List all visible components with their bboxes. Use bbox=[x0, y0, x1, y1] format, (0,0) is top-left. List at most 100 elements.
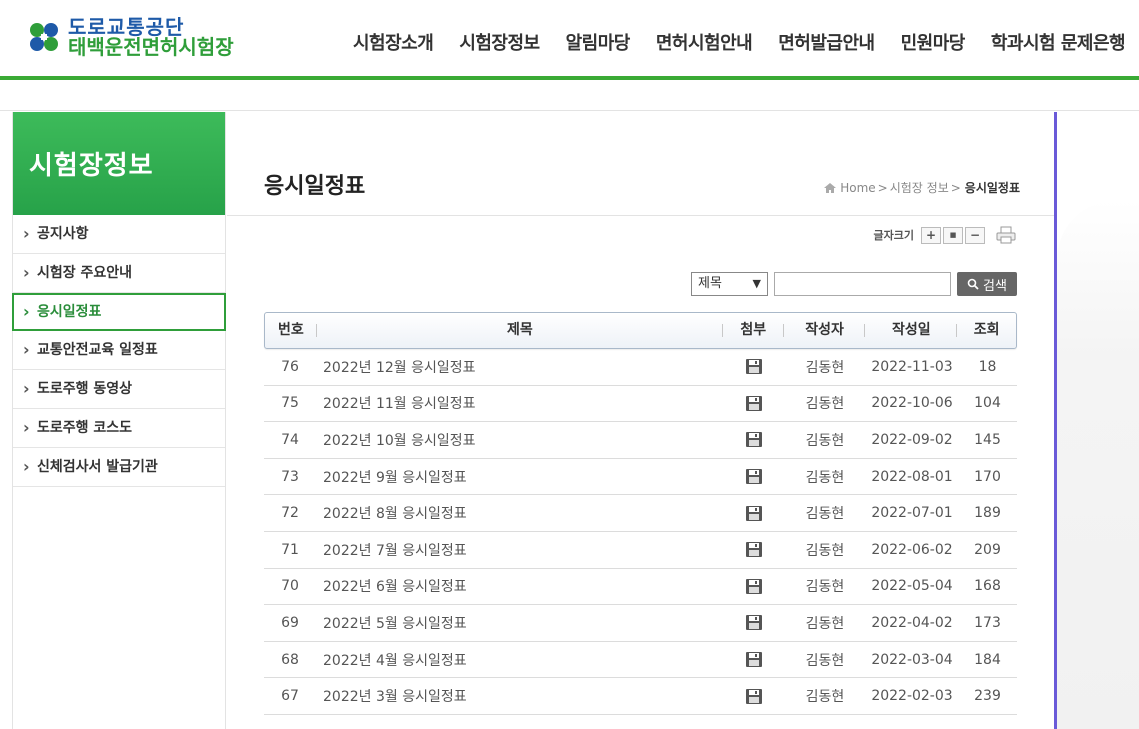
sidebar-item-label: 응시일정표 bbox=[37, 304, 102, 320]
gnb-item[interactable]: 시험장소개 bbox=[353, 30, 434, 58]
row-attachment[interactable] bbox=[723, 688, 784, 705]
font-decrease-button[interactable]: − bbox=[965, 226, 985, 244]
search-button[interactable]: 검색 bbox=[957, 272, 1017, 296]
row-writer: 김동현 bbox=[805, 469, 845, 486]
row-writer: 김동현 bbox=[805, 652, 845, 669]
row-writer: 김동현 bbox=[805, 359, 845, 376]
row-hits: 18 bbox=[978, 358, 997, 375]
table-row[interactable]: 74 2022년 10월 응시일정표 김동현 2022-09-02 145 bbox=[264, 422, 1017, 459]
floppy-disk-icon[interactable] bbox=[745, 688, 763, 705]
sidebar-item-label: 교통안전교육 일정표 bbox=[37, 342, 158, 358]
table-row[interactable]: 67 2022년 3월 응시일정표 김동현 2022-02-03 239 bbox=[264, 678, 1017, 715]
row-attachment[interactable] bbox=[723, 468, 784, 485]
row-attachment[interactable] bbox=[723, 395, 784, 412]
row-attachment[interactable] bbox=[723, 651, 784, 668]
floppy-disk-icon[interactable] bbox=[745, 651, 763, 668]
floppy-disk-icon[interactable] bbox=[745, 431, 763, 448]
row-attachment[interactable] bbox=[723, 431, 784, 448]
row-writer: 김동현 bbox=[805, 506, 845, 523]
gnb-item[interactable]: 민원마당 bbox=[901, 30, 966, 58]
header-date: 작성일 bbox=[865, 312, 957, 349]
floppy-disk-icon[interactable] bbox=[745, 468, 763, 485]
row-title-link[interactable]: 2022년 10월 응시일정표 bbox=[316, 430, 723, 450]
font-reset-button[interactable]: ■ bbox=[943, 226, 963, 244]
floppy-disk-icon[interactable] bbox=[745, 505, 763, 522]
row-title-link[interactable]: 2022년 9월 응시일정표 bbox=[316, 467, 723, 487]
row-title-link[interactable]: 2022년 3월 응시일정표 bbox=[316, 686, 723, 706]
search-input[interactable] bbox=[774, 272, 951, 296]
gnb-item[interactable]: 면허발급안내 bbox=[778, 30, 875, 58]
row-writer: 김동현 bbox=[805, 542, 845, 559]
gnb-item[interactable]: 면허시험안내 bbox=[656, 30, 753, 58]
row-number: 69 bbox=[281, 614, 299, 631]
floppy-disk-icon[interactable] bbox=[745, 541, 763, 558]
row-title-link[interactable]: 2022년 6월 응시일정표 bbox=[316, 576, 723, 596]
table-row[interactable]: 75 2022년 11월 응시일정표 김동현 2022-10-06 104 bbox=[264, 386, 1017, 423]
floppy-disk-icon[interactable] bbox=[745, 614, 763, 631]
breadcrumb-parent[interactable]: 시험장 정보 bbox=[890, 179, 949, 196]
table-row[interactable]: 70 2022년 6월 응시일정표 김동현 2022-05-04 168 bbox=[264, 569, 1017, 606]
floppy-disk-icon[interactable] bbox=[745, 578, 763, 595]
site-logo[interactable]: 도로교통공단 태백운전면허시험장 bbox=[24, 14, 244, 60]
row-title-link[interactable]: 2022년 11월 응시일정표 bbox=[316, 393, 723, 413]
print-icon[interactable] bbox=[995, 226, 1017, 244]
sidebar: 시험장정보 › 공지사항 › 시험장 주요안내 › 응시일정표 › 교통안전교육 일정표 › 도로… bbox=[12, 112, 226, 729]
row-writer: 김동현 bbox=[805, 689, 845, 706]
divider bbox=[0, 110, 1139, 111]
floppy-disk-icon[interactable] bbox=[745, 358, 763, 375]
sidebar-item[interactable]: › 신체검사서 발급기관 bbox=[13, 448, 225, 487]
row-writer: 김동현 bbox=[805, 432, 845, 449]
row-number: 67 bbox=[281, 688, 299, 705]
table-row[interactable]: 71 2022년 7월 응시일정표 김동현 2022-06-02 209 bbox=[264, 532, 1017, 569]
sidebar-item[interactable]: › 시험장 주요안내 bbox=[13, 254, 225, 293]
row-number: 68 bbox=[281, 651, 299, 668]
sidebar-item[interactable]: › 교통안전교육 일정표 bbox=[13, 331, 225, 370]
search-field-select[interactable]: 제목 ▼ bbox=[691, 272, 768, 296]
table-row[interactable]: 73 2022년 9월 응시일정표 김동현 2022-08-01 170 bbox=[264, 459, 1017, 496]
sidebar-item-label: 시험장 주요안내 bbox=[37, 265, 133, 281]
row-title-link[interactable]: 2022년 12월 응시일정표 bbox=[316, 357, 723, 377]
table-row[interactable]: 76 2022년 12월 응시일정표 김동현 2022-11-03 18 bbox=[264, 349, 1017, 386]
gnb-item[interactable]: 알림마당 bbox=[566, 30, 631, 58]
row-date: 2022-06-02 bbox=[871, 541, 953, 558]
row-number: 73 bbox=[281, 468, 299, 485]
row-title-link[interactable]: 2022년 7월 응시일정표 bbox=[316, 540, 723, 560]
row-title-link[interactable]: 2022년 8월 응시일정표 bbox=[316, 503, 723, 523]
sidebar-item-label: 도로주행 코스도 bbox=[37, 420, 133, 436]
main-content: 응시일정표 Home > 시험장 정보 > 응시일정표 글자크기 + ■ − 제… bbox=[227, 112, 1055, 729]
floppy-disk-icon[interactable] bbox=[745, 395, 763, 412]
breadcrumb-current: 응시일정표 bbox=[964, 181, 1020, 195]
table-row[interactable]: 69 2022년 5월 응시일정표 김동현 2022-04-02 173 bbox=[264, 605, 1017, 642]
font-increase-button[interactable]: + bbox=[921, 226, 941, 244]
row-number: 75 bbox=[281, 395, 299, 412]
row-writer: 김동현 bbox=[805, 396, 845, 413]
row-attachment[interactable] bbox=[723, 358, 784, 375]
row-date: 2022-09-02 bbox=[871, 431, 953, 448]
row-hits: 173 bbox=[974, 614, 1001, 631]
row-writer: 김동현 bbox=[805, 615, 845, 632]
row-title-link[interactable]: 2022년 4월 응시일정표 bbox=[316, 650, 723, 670]
font-size-tools: 글자크기 + ■ − bbox=[874, 226, 1017, 244]
row-hits: 170 bbox=[974, 468, 1001, 485]
row-number: 71 bbox=[281, 541, 299, 558]
sidebar-item-label: 도로주행 동영상 bbox=[37, 381, 133, 397]
row-attachment[interactable] bbox=[723, 578, 784, 595]
row-attachment[interactable] bbox=[723, 541, 784, 558]
header-hit: 조회 bbox=[973, 322, 1000, 338]
table-row[interactable]: 72 2022년 8월 응시일정표 김동현 2022-07-01 189 bbox=[264, 495, 1017, 532]
breadcrumb: Home > 시험장 정보 > 응시일정표 bbox=[823, 179, 1020, 196]
table-row[interactable]: 68 2022년 4월 응시일정표 김동현 2022-03-04 184 bbox=[264, 642, 1017, 679]
row-number: 70 bbox=[281, 578, 299, 595]
row-attachment[interactable] bbox=[723, 505, 784, 522]
gnb-item[interactable]: 시험장정보 bbox=[459, 30, 540, 58]
sidebar-item[interactable]: › 공지사항 bbox=[13, 215, 225, 254]
row-title-link[interactable]: 2022년 5월 응시일정표 bbox=[316, 613, 723, 633]
breadcrumb-home[interactable]: Home bbox=[840, 181, 875, 195]
sidebar-item[interactable]: › 도로주행 코스도 bbox=[13, 409, 225, 448]
sidebar-item[interactable]: › 응시일정표 bbox=[12, 293, 226, 331]
sidebar-item[interactable]: › 도로주행 동영상 bbox=[13, 370, 225, 409]
board-table: 번호 제목 첨부 작성자 작성일 조회 76 2022년 12월 응시일정표 김동현… bbox=[264, 312, 1017, 715]
gnb-item[interactable]: 학과시험 문제은행 bbox=[991, 30, 1126, 58]
row-date: 2022-10-06 bbox=[871, 395, 953, 412]
row-attachment[interactable] bbox=[723, 614, 784, 631]
